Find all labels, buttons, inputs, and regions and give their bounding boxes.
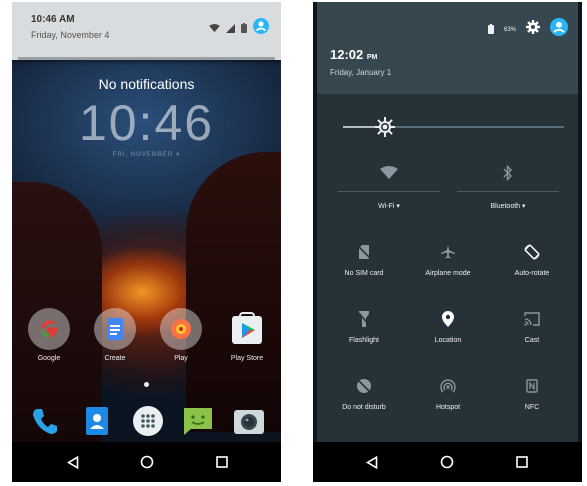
hotspot-icon: [410, 376, 486, 396]
contacts-icon[interactable]: [78, 402, 116, 440]
app-play[interactable]: Play: [156, 308, 206, 362]
tile-label: No SIM card: [344, 270, 384, 277]
recents-icon[interactable]: [212, 452, 232, 472]
header-status-icons: 63%: [487, 18, 568, 41]
tile-label: Location: [434, 337, 462, 344]
tile-hotspot[interactable]: Hotspot: [410, 376, 486, 411]
notification-shade[interactable]: 10:46 AM Friday, November 4: [12, 2, 281, 60]
no-notifications-text: No notifications: [98, 76, 195, 92]
back-icon[interactable]: [362, 452, 382, 472]
tile-wifi[interactable]: Wi-Fi ▾: [338, 162, 440, 222]
tile-label: Auto-rotate: [514, 270, 550, 277]
tile-nfc[interactable]: NFC: [494, 376, 570, 411]
tile-label: Hotspot: [435, 404, 461, 411]
wifi-icon: [338, 162, 440, 184]
battery-icon: [487, 21, 494, 39]
signal-icon: [226, 20, 235, 38]
app-drawer-icon[interactable]: [129, 402, 167, 440]
tile-label: Do not disturb: [342, 404, 386, 411]
app-label: Create: [104, 355, 126, 362]
app-create[interactable]: Create: [90, 308, 140, 362]
app-label: Google: [37, 355, 61, 362]
battery-icon: [241, 20, 247, 38]
tile-cast[interactable]: Cast: [494, 309, 570, 344]
lockscreen-date: FRI, NOVEMBER 4: [112, 152, 181, 158]
play-music-icon: [160, 308, 202, 350]
phone-right-screen: 63% 12:02 PM Friday, January 1 Wi-Fi ▾ B…: [313, 2, 582, 482]
navigation-bar: [313, 442, 582, 482]
quick-settings-panel: 63% 12:02 PM Friday, January 1 Wi-Fi ▾ B…: [317, 2, 578, 442]
tile-no-sim[interactable]: No SIM card: [326, 242, 402, 277]
phone-icon[interactable]: [26, 402, 64, 440]
header-time-value: 12:02: [330, 47, 364, 62]
google-icon: [28, 308, 70, 350]
tile-bluetooth[interactable]: Bluetooth ▾: [457, 162, 559, 222]
tile-label-text: Bluetooth: [490, 203, 521, 210]
app-label: Play: [174, 355, 188, 362]
tile-label: NFC: [524, 404, 540, 411]
dock: [12, 400, 281, 442]
tile-divider: [338, 191, 440, 192]
tile-label: Bluetooth ▾: [457, 202, 559, 210]
account-icon[interactable]: [253, 18, 269, 39]
page-indicator: [144, 382, 149, 387]
home-icon[interactable]: [137, 452, 157, 472]
app-play-store[interactable]: Play Store: [222, 308, 272, 362]
tile-label: Airplane mode: [425, 270, 471, 277]
shade-handle[interactable]: [18, 57, 275, 60]
quick-settings-header: 63% 12:02 PM Friday, January 1: [317, 2, 578, 94]
wallpaper-rock-right: [186, 152, 281, 432]
play-store-icon: [226, 308, 268, 350]
tile-location[interactable]: Location: [410, 309, 486, 344]
tile-label: Cast: [524, 337, 540, 344]
battery-percent: 63%: [503, 26, 516, 33]
flashlight-icon: [326, 309, 402, 329]
docs-icon: [94, 308, 136, 350]
account-icon[interactable]: [550, 18, 568, 41]
camera-icon[interactable]: [230, 402, 268, 440]
recents-icon[interactable]: [512, 452, 532, 472]
app-google[interactable]: Google: [24, 308, 74, 362]
home-icon[interactable]: [437, 452, 457, 472]
shade-date: Friday, November 4: [31, 30, 110, 40]
lockscreen-clock: 10:46: [78, 95, 215, 151]
auto-rotate-icon: [494, 242, 570, 262]
tile-flashlight[interactable]: Flashlight: [326, 309, 402, 344]
tile-label: Wi-Fi ▾: [338, 202, 440, 210]
shade-time: 10:46 AM: [31, 14, 75, 25]
app-label: Play Store: [230, 355, 264, 362]
tile-divider: [457, 191, 559, 192]
brightness-icon[interactable]: [375, 117, 395, 137]
nfc-icon: [494, 376, 570, 396]
tile-label: Flashlight: [349, 337, 379, 344]
airplane-icon: [410, 242, 486, 262]
settings-gear-icon[interactable]: [526, 20, 540, 39]
location-icon: [410, 309, 486, 329]
cast-icon: [494, 309, 570, 329]
header-date: Friday, January 1: [330, 68, 392, 77]
tile-do-not-disturb[interactable]: Do not disturb: [326, 376, 402, 411]
tile-auto-rotate[interactable]: Auto-rotate: [494, 242, 570, 277]
wifi-icon: [209, 20, 220, 38]
tile-airplane-mode[interactable]: Airplane mode: [410, 242, 486, 277]
messaging-icon[interactable]: [179, 402, 217, 440]
back-icon[interactable]: [63, 452, 83, 472]
phone-left-screen: 10:46 AM Friday, November 4 No notificat…: [12, 2, 281, 482]
no-sim-icon: [326, 242, 402, 262]
tile-label-text: Wi-Fi: [378, 203, 395, 210]
navigation-bar: [12, 442, 281, 482]
header-time: 12:02 PM: [330, 47, 377, 62]
header-time-suffix: PM: [366, 54, 378, 61]
bluetooth-icon: [457, 162, 559, 184]
status-icons: [209, 18, 269, 39]
do-not-disturb-icon: [326, 376, 402, 396]
chevron-down-icon[interactable]: ▾: [396, 203, 400, 210]
chevron-down-icon[interactable]: ▾: [522, 203, 526, 210]
